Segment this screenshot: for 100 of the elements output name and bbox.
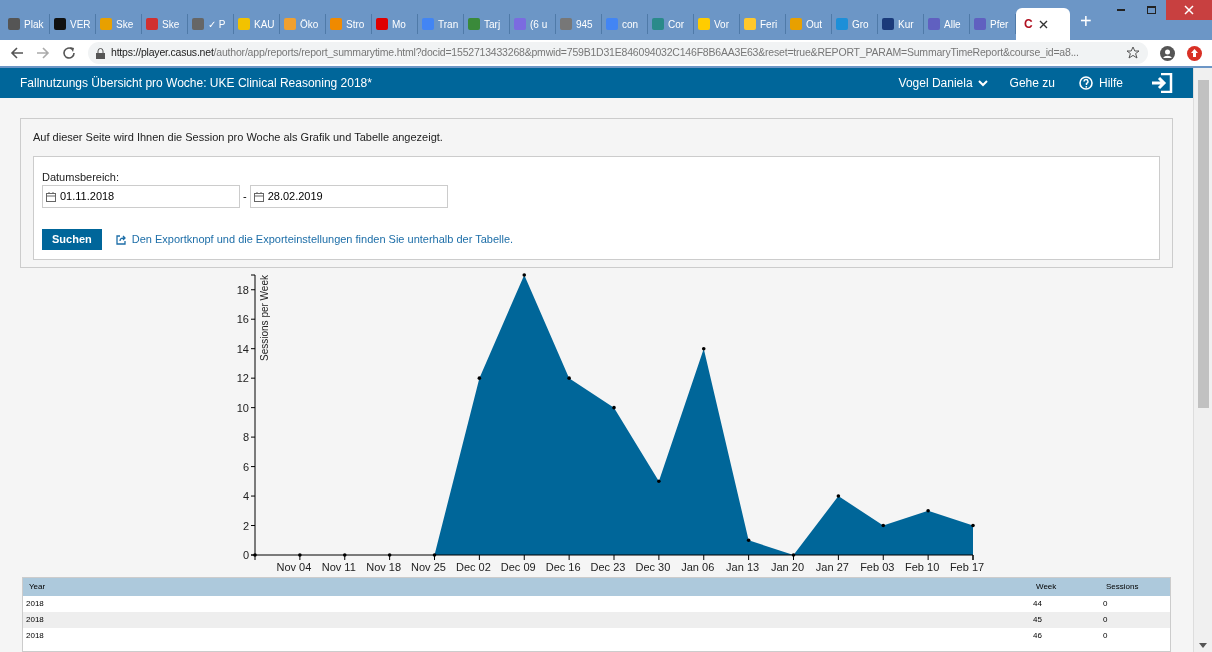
browser-tab[interactable]: Tarj	[464, 14, 510, 34]
new-tab-button[interactable]: +	[1080, 6, 1092, 36]
star-icon[interactable]	[1126, 46, 1140, 60]
data-point	[657, 479, 661, 484]
data-point	[298, 553, 302, 557]
browser-tab[interactable]: Ske	[96, 14, 142, 34]
y-tick-label: 14	[236, 342, 249, 355]
browser-tab[interactable]: Tran	[418, 14, 464, 34]
data-point	[971, 523, 975, 528]
browser-tab[interactable]: Öko	[280, 14, 326, 34]
y-tick-label: 2	[242, 519, 249, 532]
browser-tab[interactable]: Stro	[326, 14, 372, 34]
site-icon	[284, 18, 296, 30]
back-icon[interactable]	[10, 46, 24, 60]
table-cell: 0	[1103, 615, 1108, 624]
table-cell: 2018	[26, 615, 44, 624]
table-cell: 2018	[26, 599, 44, 608]
site-icon	[974, 18, 986, 30]
data-point	[432, 553, 437, 557]
site-icon	[468, 18, 480, 30]
data-point	[477, 376, 482, 380]
browser-tab[interactable]: Vor	[694, 14, 740, 34]
x-tick-label: Nov 04	[276, 561, 312, 573]
help-link[interactable]: Hilfe	[1079, 74, 1123, 92]
browser-tab[interactable]: VER	[50, 14, 96, 34]
x-tick-label: Feb 17	[949, 561, 985, 573]
browser-tab[interactable]: con	[602, 14, 648, 34]
scroll-down-icon[interactable]	[1199, 643, 1207, 648]
y-axis-title: Sessions per Week	[259, 275, 270, 361]
logout-icon[interactable]	[1151, 73, 1173, 93]
site-icon	[698, 18, 710, 30]
share-icon	[115, 234, 126, 245]
site-icon	[606, 18, 618, 30]
help-icon	[1079, 76, 1093, 90]
site-icon	[8, 18, 20, 30]
url-text: https://player.casus.net/author/app/reports/report_summarytime.html?docid=1552713433268&pmwid=759B1D31E846094032C146F8B6AA3E63&reset=true&REPORT_PARAM=SummaryTimeReport&course_id=a8...	[111, 45, 1080, 61]
site-icon	[836, 18, 848, 30]
y-tick-label: 18	[236, 283, 249, 296]
column-header[interactable]: Sessions	[1106, 582, 1139, 591]
browser-tab[interactable]: Plak	[4, 14, 50, 34]
table-cell: 2018	[26, 631, 44, 640]
site-icon	[146, 18, 158, 30]
table-cell: 0	[1103, 599, 1108, 608]
x-tick-label: Jan 20	[771, 561, 804, 573]
table-cell: 44	[1033, 599, 1042, 608]
browser-tab[interactable]: Ske	[142, 14, 188, 34]
data-point	[522, 273, 527, 277]
data-point	[926, 509, 930, 513]
scrollbar-thumb[interactable]	[1197, 80, 1209, 408]
y-tick-label: 16	[236, 313, 249, 326]
browser-tab[interactable]: Alle	[924, 14, 970, 34]
browser-tab[interactable]: Mo	[372, 14, 418, 34]
site-icon	[652, 18, 664, 30]
browser-tab[interactable]: C	[1016, 8, 1070, 40]
site-icon	[928, 18, 940, 30]
browser-tab[interactable]: Cor	[648, 14, 694, 34]
site-icon	[744, 18, 756, 30]
site-icon	[330, 18, 342, 30]
site-icon	[514, 18, 526, 30]
site-icon	[882, 18, 894, 30]
data-point	[836, 494, 841, 498]
column-header[interactable]: Week	[1036, 582, 1057, 591]
browser-tab[interactable]: 945	[556, 14, 602, 34]
browser-tab[interactable]: (6 u	[510, 14, 556, 34]
scrollbar[interactable]	[1193, 68, 1212, 652]
user-menu[interactable]: Vogel Daniela	[898, 74, 988, 92]
update-icon[interactable]	[1187, 45, 1202, 61]
calendar-icon	[253, 191, 264, 202]
x-tick-label: Nov 25	[411, 561, 446, 573]
browser-tab[interactable]: ✓ P	[188, 14, 234, 34]
search-button[interactable]: Suchen	[42, 229, 102, 250]
y-tick-label: 6	[242, 460, 249, 473]
intro-text: Auf dieser Seite wird Ihnen die Session pro Woche als Grafik und Tabelle angezeigt.	[33, 130, 444, 145]
site-icon	[422, 18, 434, 30]
site-icon	[54, 18, 66, 30]
x-tick-label: Jan 06	[681, 561, 715, 573]
data-point	[701, 346, 706, 351]
site-icon	[376, 18, 388, 30]
site-icon	[238, 18, 250, 30]
table-cell: 0	[1103, 631, 1108, 640]
export-hint-link[interactable]: Den Exportknopf und die Exporteinstellungen finden Sie unterhalb der Tabelle.	[115, 231, 514, 248]
goto-link[interactable]: Gehe zu	[1009, 74, 1055, 92]
browser-tab[interactable]: Gro	[832, 14, 878, 34]
browser-tab[interactable]: Feri	[740, 14, 786, 34]
date-to-field[interactable]: 28.02.2019	[249, 185, 448, 208]
close-tab-icon[interactable]	[1038, 19, 1048, 29]
reload-icon[interactable]	[62, 46, 76, 60]
column-header[interactable]: Year	[29, 582, 46, 591]
browser-tab[interactable]: Out	[786, 14, 832, 34]
x-tick-label: Jan 13	[726, 561, 760, 573]
account-icon[interactable]	[1160, 45, 1175, 61]
chevron-icon	[977, 79, 988, 87]
x-tick-label: Dec 30	[635, 561, 671, 573]
x-tick-label: Jan 27	[815, 561, 849, 573]
browser-tab[interactable]: KAU	[234, 14, 280, 34]
data-point	[612, 405, 616, 410]
site-icon	[192, 18, 204, 30]
browser-tab[interactable]: Kur	[878, 14, 924, 34]
date-from-field[interactable]: 01.11.2018	[42, 185, 240, 208]
address-bar[interactable]: https://player.casus.net/author/app/reports/report_summarytime.html?docid=1552713433268&pmwid=759B1D31E846094032C146F8B6AA3E63&reset=true&REPORT_PARAM=SummaryTimeReport&course_id=a8...	[88, 42, 1148, 64]
